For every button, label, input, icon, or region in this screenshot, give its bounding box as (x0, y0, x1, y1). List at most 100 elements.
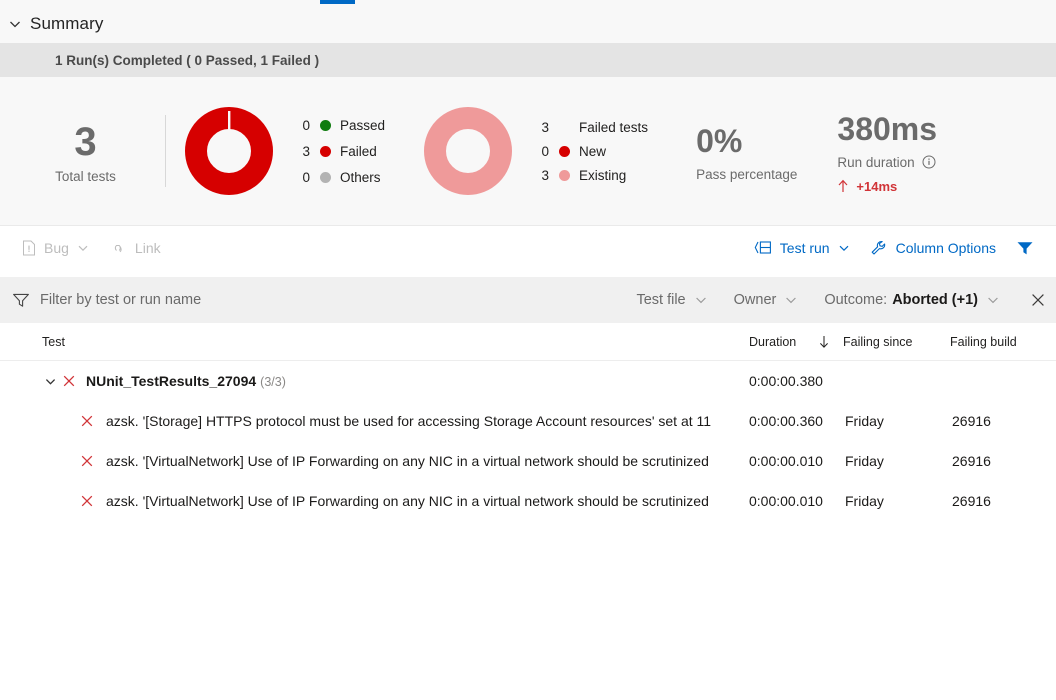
failure-donut-chart (423, 106, 513, 196)
legend-count: 3 (541, 119, 550, 135)
divider (165, 115, 166, 187)
table-row[interactable]: azsk. '[Storage] HTTPS protocol must be … (0, 401, 1056, 441)
filter-bar: Test file Owner Outcome: Aborted (+1) (0, 277, 1056, 323)
run-duration-label-row: Run duration (837, 155, 937, 170)
cell-failing-since: Friday (845, 453, 884, 469)
chevron-down-icon[interactable] (838, 242, 850, 254)
failed-x-icon (62, 374, 76, 388)
command-bar-left: Bug Link (16, 235, 175, 261)
bug-label: Bug (44, 239, 69, 256)
cell-failing-build: 26916 (952, 453, 991, 469)
failure-legend: 3 Failed tests 0 New 3 Existing (533, 115, 649, 187)
cell-failing-build: 26916 (952, 413, 991, 429)
run-duration-value: 380ms (837, 110, 938, 147)
total-tests-stat: 3 Total tests (0, 119, 165, 184)
bug-file-icon (22, 240, 36, 256)
test-run-count: (3/3) (260, 375, 286, 389)
link-label: Link (134, 239, 161, 256)
chevron-down-icon[interactable] (694, 293, 708, 307)
owner-filter-label: Owner (733, 292, 777, 308)
table-row[interactable]: NUnit_TestResults_27094 (3/3) 0:00:00.380 (0, 361, 1056, 401)
legend-dot-existing (559, 169, 571, 181)
test-run-name-text: NUnit_TestResults_27094 (86, 373, 257, 389)
column-header-failing-build[interactable]: Failing build (950, 323, 1017, 361)
legend-dot-spacer (559, 122, 570, 133)
cell-failing-since: Friday (845, 493, 884, 509)
legend-count: 3 (541, 167, 550, 183)
legend-label: Failed tests (579, 119, 649, 135)
filter-search-wrap (12, 292, 610, 308)
test-name[interactable]: azsk. '[VirtualNetwork] Use of IP Forwar… (106, 493, 709, 509)
legend-count: 0 (541, 143, 550, 159)
results-table-body: NUnit_TestResults_27094 (3/3) 0:00:00.380… (0, 361, 1056, 521)
outcome-filter-value: Aborted (+1) (892, 292, 978, 308)
run-duration-delta: +14ms (837, 179, 937, 194)
test-run-icon (754, 240, 772, 255)
legend-dot-failed (320, 145, 331, 157)
run-duration-stat: 380ms Run duration +14ms (837, 109, 937, 194)
filter-toggle-button[interactable] (1010, 235, 1040, 261)
chevron-down-icon[interactable] (42, 375, 58, 388)
owner-filter[interactable]: Owner (734, 292, 799, 308)
chevron-down-icon[interactable] (784, 293, 798, 307)
run-status-bar: 1 Run(s) Completed ( 0 Passed, 1 Failed … (0, 43, 1056, 77)
sort-descending-arrow-icon[interactable] (818, 323, 830, 361)
results-table-header: Test Duration Failing since Failing buil… (0, 323, 1056, 361)
link-button[interactable]: Link (103, 235, 167, 261)
legend-item: 3 Failed (294, 138, 385, 164)
test-name[interactable]: azsk. '[Storage] HTTPS protocol must be … (106, 413, 711, 429)
legend-label: Others (340, 169, 381, 185)
cell-duration: 0:00:00.010 (749, 453, 823, 469)
command-bar: Bug Link Test run Column Options (0, 225, 1056, 269)
test-results-page: Summary 1 Run(s) Completed ( 0 Passed, 1… (0, 0, 1056, 700)
legend-item: 0 Others (294, 164, 385, 190)
active-tab-indicator[interactable] (320, 0, 355, 4)
table-row[interactable]: azsk. '[VirtualNetwork] Use of IP Forwar… (0, 441, 1056, 481)
legend-item: 3 Failed tests (533, 115, 649, 139)
failure-donut-group: 3 Failed tests 0 New 3 Existing (423, 106, 648, 196)
search-input[interactable] (40, 292, 460, 308)
page-title: Summary (30, 14, 104, 33)
legend-dot-others (320, 171, 331, 183)
run-duration-delta-value: +14ms (856, 178, 898, 194)
pass-percentage-stat: 0% Pass percentage (696, 121, 797, 182)
cell-failing-build: 26916 (952, 493, 991, 509)
legend-item: 0 Passed (294, 112, 385, 138)
legend-label: New (579, 143, 607, 159)
test-file-filter[interactable]: Test file (636, 292, 707, 308)
info-circle-icon[interactable] (922, 155, 936, 169)
test-run-button[interactable]: Test run (748, 235, 856, 261)
cell-duration: 0:00:00.010 (749, 493, 823, 509)
close-icon[interactable] (1030, 292, 1046, 308)
outcome-legend: 0 Passed 3 Failed 0 Others (294, 112, 385, 190)
command-bar-right: Test run Column Options (748, 235, 1040, 261)
legend-count: 3 (302, 143, 310, 159)
pass-percentage-label: Pass percentage (696, 166, 798, 182)
filter-dropdowns: Test file Owner Outcome: Aborted (+1) (610, 292, 1046, 308)
outcome-filter-label: Outcome: (824, 292, 888, 308)
filter-funnel-icon (1016, 240, 1034, 256)
run-status-text: 1 Run(s) Completed ( 0 Passed, 1 Failed … (55, 52, 320, 68)
chevron-down-icon[interactable] (6, 15, 24, 33)
outcome-filter[interactable]: Outcome: Aborted (+1) (824, 292, 1000, 308)
cell-duration: 0:00:00.360 (749, 413, 823, 429)
column-header-failing-since[interactable]: Failing since (843, 323, 912, 361)
column-options-button[interactable]: Column Options (864, 235, 1002, 261)
bug-button[interactable]: Bug (16, 235, 95, 261)
column-header-test[interactable]: Test (42, 323, 65, 361)
legend-label: Passed (340, 117, 386, 133)
chevron-down-icon[interactable] (77, 242, 89, 254)
legend-dot-passed (320, 119, 331, 131)
table-row[interactable]: azsk. '[VirtualNetwork] Use of IP Forwar… (0, 481, 1056, 521)
column-header-duration[interactable]: Duration (749, 323, 796, 361)
test-name[interactable]: azsk. '[VirtualNetwork] Use of IP Forwar… (106, 453, 709, 469)
failed-x-icon (80, 494, 94, 508)
test-file-filter-label: Test file (636, 292, 686, 308)
legend-item: 3 Existing (533, 163, 648, 187)
summary-header[interactable]: Summary (0, 5, 1056, 43)
outcome-donut-group: 0 Passed 3 Failed 0 Others (184, 106, 385, 196)
run-duration-label: Run duration (837, 154, 915, 170)
link-icon (109, 241, 127, 255)
pass-percentage-value: 0% (696, 122, 743, 159)
chevron-down-icon[interactable] (986, 293, 1000, 307)
